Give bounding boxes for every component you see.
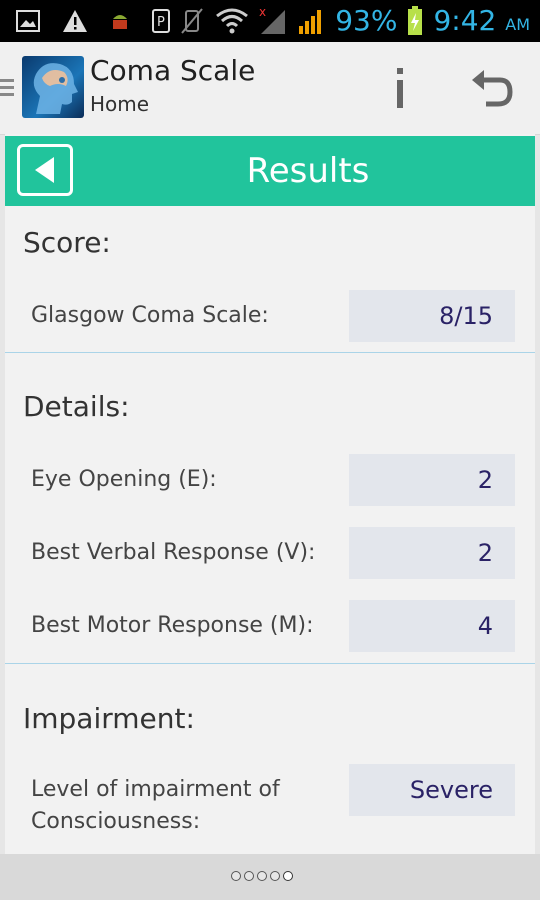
motor-response-label: Best Motor Response (M):	[31, 613, 314, 638]
battery-percent: 93%	[335, 4, 398, 37]
page-dot[interactable]	[244, 871, 254, 881]
undo-icon[interactable]	[470, 68, 514, 108]
page-dot[interactable]	[283, 871, 293, 881]
impairment-label: Level of impairment of Consciousness:	[31, 777, 280, 834]
page-dot[interactable]	[257, 871, 267, 881]
app-subtitle: Home	[90, 92, 150, 116]
parking-icon: P	[152, 9, 170, 33]
gcs-value: 8/15	[349, 290, 515, 342]
motor-response-value: 4	[349, 600, 515, 652]
status-bar: P x 93% 9:42 AM	[0, 0, 540, 42]
score-heading: Score:	[23, 226, 111, 259]
app-title: Coma Scale	[90, 54, 256, 87]
results-header: Results	[5, 136, 535, 206]
details-heading: Details:	[23, 390, 130, 423]
svg-text:x: x	[259, 6, 266, 19]
results-panel: Results Score: Glasgow Coma Scale: 8/15 …	[5, 134, 535, 854]
eye-opening-label: Eye Opening (E):	[31, 467, 217, 492]
svg-text:P: P	[157, 15, 165, 30]
action-bar: Coma Scale Home	[0, 42, 540, 135]
clock: 9:42 AM	[433, 4, 530, 37]
signal-icon	[299, 9, 322, 34]
gcs-label: Glasgow Coma Scale:	[31, 303, 269, 328]
signal-no-service-icon: x	[259, 6, 286, 34]
page-indicator	[0, 854, 540, 900]
warning-icon	[63, 10, 87, 32]
impairment-value: Severe	[349, 764, 515, 816]
eye-opening-value: 2	[349, 454, 515, 506]
android-icon	[113, 15, 127, 29]
verbal-response-label: Best Verbal Response (V):	[31, 540, 316, 565]
image-icon	[16, 10, 40, 32]
back-button[interactable]	[17, 144, 73, 196]
page-dots	[231, 871, 293, 881]
clock-time: 9:42	[433, 4, 497, 37]
info-icon[interactable]	[388, 66, 412, 110]
clock-ampm: AM	[505, 15, 530, 34]
page-dot[interactable]	[231, 871, 241, 881]
impairment-heading: Impairment:	[23, 702, 195, 735]
results-title: Results	[246, 151, 370, 191]
triangle-left-icon	[35, 157, 54, 183]
page-dot[interactable]	[270, 871, 280, 881]
vibrate-off-icon	[181, 7, 203, 34]
drawer-icon[interactable]	[0, 75, 14, 101]
battery-charging-icon	[408, 5, 423, 35]
divider	[5, 352, 535, 353]
verbal-response-value: 2	[349, 527, 515, 579]
divider	[5, 663, 535, 664]
app-head-icon[interactable]	[22, 56, 84, 118]
wifi-icon	[216, 8, 249, 33]
